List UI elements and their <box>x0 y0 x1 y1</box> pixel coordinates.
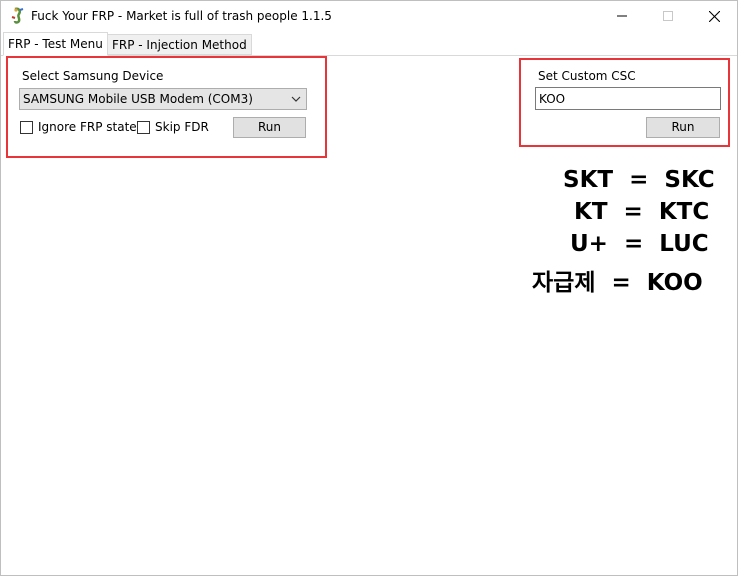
mapping-uplus: U+ = LUC <box>570 231 709 257</box>
mapping-equals: = <box>629 167 649 193</box>
app-window: Fuck Your FRP - Market is full of trash … <box>0 0 738 576</box>
mapping-skt: SKT = SKC <box>563 167 715 193</box>
mapping-carrier: U+ <box>570 231 608 257</box>
mapping-code: KOO <box>646 270 703 296</box>
device-select-value: SAMSUNG Mobile USB Modem (COM3) <box>23 92 253 106</box>
device-select[interactable]: SAMSUNG Mobile USB Modem (COM3) <box>19 88 307 110</box>
mapping-code: LUC <box>659 231 709 257</box>
window-title: Fuck Your FRP - Market is full of trash … <box>31 9 332 23</box>
skip-fdr-label: Skip FDR <box>155 120 209 134</box>
tab-frp-injection-method[interactable]: FRP - Injection Method <box>107 34 252 55</box>
mapping-equals: = <box>623 231 644 257</box>
seahorse-app-icon <box>11 7 24 24</box>
ignore-frp-checkbox[interactable] <box>20 121 33 134</box>
ignore-frp-label: Ignore FRP state <box>38 120 137 134</box>
mapping-equals: = <box>611 270 631 296</box>
minimize-icon <box>617 15 627 17</box>
skip-fdr-checkbox[interactable] <box>137 121 150 134</box>
mapping-carrier: SKT <box>563 167 614 193</box>
mapping-code: KTC <box>658 199 710 225</box>
mapping-unlocked: 자급제 = KOO <box>532 263 703 297</box>
csc-input-box[interactable] <box>535 87 721 110</box>
close-icon <box>708 10 720 22</box>
mapping-carrier: KT <box>574 199 608 225</box>
mapping-carrier: 자급제 <box>532 270 596 296</box>
device-run-button[interactable]: Run <box>233 117 306 138</box>
mapping-kt: KT = KTC <box>574 199 709 225</box>
maximize-icon <box>663 11 673 21</box>
mapping-equals: = <box>623 199 643 225</box>
close-button[interactable] <box>691 1 737 31</box>
minimize-button[interactable] <box>599 1 645 31</box>
csc-run-button[interactable]: Run <box>646 117 720 138</box>
mapping-code: SKC <box>664 167 715 193</box>
csc-input[interactable] <box>536 88 720 109</box>
tab-frp-test-menu[interactable]: FRP - Test Menu <box>3 32 108 56</box>
tab-bar: FRP - Test Menu FRP - Injection Method <box>1 31 737 56</box>
select-device-label: Select Samsung Device <box>22 69 164 83</box>
maximize-button[interactable] <box>645 1 691 31</box>
title-bar[interactable]: Fuck Your FRP - Market is full of trash … <box>1 1 737 31</box>
chevron-down-icon <box>291 96 301 102</box>
set-csc-label: Set Custom CSC <box>538 69 636 83</box>
